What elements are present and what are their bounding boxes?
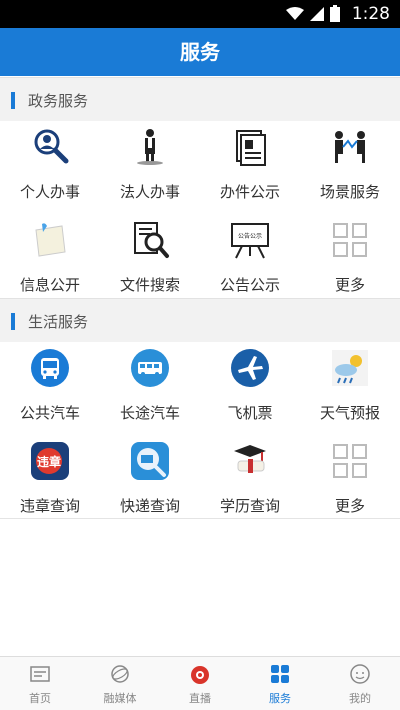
services-icon [271,665,289,683]
service-label: 飞机票 [227,404,273,422]
tab-home[interactable]: 首页 [0,657,80,710]
airplane-icon [231,349,269,387]
service-info-disclosure[interactable]: 信息公开 [0,214,100,306]
service-case-notice[interactable]: 办件公示 [200,121,300,213]
service-label: 法人办事 [119,183,180,201]
service-legal-person[interactable]: 法人办事 [100,121,200,213]
service-weather[interactable]: 天气预报 [300,342,400,434]
content-divider [0,518,400,519]
section-accent-bar [11,92,15,109]
wifi-icon [286,6,304,20]
service-label: 公共汽车 [19,404,80,422]
service-label: 天气预报 [319,404,380,422]
service-airplane-ticket[interactable]: 飞机票 [200,342,300,434]
tab-label: 首页 [29,692,51,705]
service-personal-affairs[interactable]: 个人办事 [0,121,100,213]
service-label: 个人办事 [19,183,80,201]
government-services-grid: 个人办事 法人办事 办件公示 场景服务 信息公开 文件搜索 公告公示 公告公示 … [0,121,400,301]
info-disclosure-icon [35,223,66,257]
tab-services[interactable]: 服务 [240,657,320,710]
service-label: 办件公示 [219,183,280,201]
service-label: 场景服务 [319,183,380,201]
service-label: 公告公示 [219,276,280,294]
service-label: 长途汽车 [119,404,180,422]
service-label: 信息公开 [19,276,80,294]
signal-icon [310,6,324,21]
section-title: 政务服务 [28,92,89,110]
battery-icon [330,5,340,22]
legal-person-icon [137,129,163,165]
service-bus[interactable]: 公共汽车 [0,342,100,434]
media-icon [111,665,129,683]
coach-icon [131,349,169,387]
service-label: 学历查询 [219,497,280,515]
service-file-search[interactable]: 文件搜索 [100,214,200,306]
service-announcement[interactable]: 公告公示 公告公示 [200,214,300,306]
bottom-tab-bar: 首页 融媒体 直播 服务 我的 [0,656,400,710]
service-more-government[interactable]: 更多 [300,214,400,306]
personal-affairs-icon [34,129,69,164]
section-title: 生活服务 [28,313,89,331]
service-scene[interactable]: 场景服务 [300,121,400,213]
live-icon [191,666,209,684]
violation-text: 违章 [37,454,61,469]
tab-label: 我的 [349,692,371,705]
service-coach[interactable]: 长途汽车 [100,342,200,434]
service-express[interactable]: 快递查询 [100,435,200,527]
file-search-icon [134,222,169,258]
more-grid-icon [333,223,367,257]
service-label: 更多 [334,497,365,515]
express-icon [131,442,169,480]
case-notice-icon [236,130,266,166]
bus-icon [31,349,69,387]
service-label: 文件搜索 [119,276,180,294]
violation-icon: 违章 [31,442,69,480]
tab-profile[interactable]: 我的 [320,657,400,710]
service-label: 快递查询 [119,497,180,515]
more-grid-icon [333,444,367,478]
tab-label: 融媒体 [103,692,137,705]
section-accent-bar [11,313,15,330]
status-time: 1:28 [351,4,390,24]
tab-media[interactable]: 融媒体 [80,657,160,710]
service-label: 违章查询 [19,497,80,515]
announcement-board-text: 公告公示 [238,232,262,240]
service-violation[interactable]: 违章 违章查询 [0,435,100,527]
service-more-life[interactable]: 更多 [300,435,400,527]
status-bar: 1:28 [0,0,400,28]
service-label: 更多 [334,276,365,294]
profile-icon [350,664,370,684]
section-header-government: 政务服务 [0,77,400,121]
scene-service-icon [335,131,365,163]
tab-live[interactable]: 直播 [160,657,240,710]
section-header-life: 生活服务 [0,298,400,342]
page-title: 服务 [0,28,400,76]
life-services-grid: 公共汽车 长途汽车 飞机票 天气预报 违章 违章查询 快递查询 学历查询 更多 [0,342,400,518]
tab-label: 直播 [189,692,211,705]
status-icons [286,5,340,22]
graduation-cap-icon [234,445,266,473]
home-icon [30,666,50,682]
weather-icon [332,350,368,386]
service-education[interactable]: 学历查询 [200,435,300,527]
tab-label: 服务 [269,692,291,705]
announcement-board-icon: 公告公示 [231,223,269,259]
